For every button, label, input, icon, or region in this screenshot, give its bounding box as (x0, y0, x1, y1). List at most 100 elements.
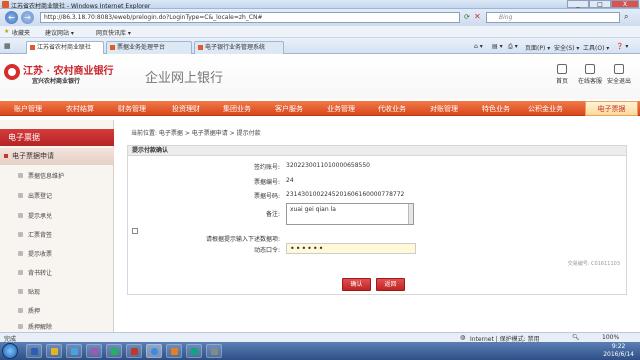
home-icon[interactable]: ⌂ ▾ (474, 43, 483, 50)
sidebar-item[interactable]: 背书转让 (0, 268, 114, 278)
field-label: 票据编号: (253, 179, 280, 186)
taskbar: 9:22 2016/6/14 (0, 342, 640, 360)
main-nav: 账户管理 农村结算 财务管理 投资理财 集团业务 客户服务 业务管理 代收业务 … (0, 101, 640, 116)
nav-item-customer-service[interactable]: 客户服务 (275, 104, 303, 114)
sidebar-item[interactable]: 票据信息维护 (0, 171, 114, 181)
window-title-bar: 江苏省农村商业联社 - Windows Internet Explorer _ … (0, 0, 640, 10)
logout-icon (614, 64, 624, 74)
feeds-icon[interactable]: ▤ ▾ (492, 43, 503, 50)
taskbar-network-icon[interactable] (66, 344, 82, 358)
field-label: 签约账号: (253, 164, 280, 171)
logout-link[interactable]: 安全退出 (605, 64, 633, 85)
taskbar-ie-icon[interactable] (146, 344, 162, 358)
sidebar-item[interactable]: 质押 (0, 306, 114, 316)
safety-menu[interactable]: 安全(S) ▾ (554, 43, 579, 52)
nav-item-group[interactable]: 集团业务 (223, 104, 251, 114)
refresh-icon[interactable]: ⟳ (464, 13, 470, 21)
start-button[interactable] (2, 343, 18, 359)
favorites-label[interactable]: 收藏夹 (12, 28, 30, 37)
taskbar-app-icon[interactable] (86, 344, 102, 358)
field-value: 2314301002245201606160000778772 (286, 191, 405, 198)
sidebar-item[interactable]: 汇票背签 (0, 230, 114, 240)
nav-item-account[interactable]: 账户管理 (14, 104, 42, 114)
note-textarea[interactable]: xuai gei qian la (286, 203, 414, 225)
sidebar-item[interactable]: 质押解除 (0, 322, 114, 332)
favorites-star-icon[interactable]: ★ (4, 28, 9, 35)
nav-item-reconciliation[interactable]: 对账管理 (430, 104, 458, 114)
nav-item-business[interactable]: 业务管理 (327, 104, 355, 114)
field-label: 票据号码: (253, 193, 280, 200)
tab-label: 票据业务处理平台 (117, 44, 166, 51)
maximize-button[interactable]: □ (589, 0, 611, 8)
taskbar-word-icon[interactable] (26, 344, 42, 358)
password-label: 动态口令: (253, 247, 280, 254)
browser-tab[interactable]: 江苏省农村商业联社 (26, 41, 104, 54)
taskbar-pdf-icon[interactable] (126, 344, 142, 358)
sidebar: 电子票据 电子票据申请 票据信息维护 出票登记 提示承兑 汇票背签 提示收票 背… (0, 120, 114, 332)
system-title: 企业网上银行 (145, 71, 224, 86)
sidebar-item[interactable]: 出票登记 (0, 191, 114, 201)
zoom-icon[interactable]: 🔍︎ (572, 334, 580, 341)
nav-item-special[interactable]: 特色业务 (482, 104, 510, 114)
taskbar-app-icon[interactable] (106, 344, 122, 358)
tab-list-icon[interactable]: ▦ (4, 42, 11, 50)
sidebar-item[interactable]: 提示承兑 (0, 211, 114, 221)
help-menu[interactable]: ❓ ▾ (616, 43, 628, 50)
close-button[interactable]: X (611, 0, 639, 8)
print-icon[interactable]: ⎙ ▾ (508, 43, 518, 51)
nav-item-investment[interactable]: 投资理财 (172, 104, 200, 114)
bank-name: 江苏 · 农村商业银行 (23, 66, 114, 77)
sidebar-group-e-bill-apply[interactable]: 电子票据申请 (0, 148, 114, 165)
home-icon (557, 64, 567, 74)
favorites-item[interactable]: 建议网站 ▾ (45, 28, 74, 37)
taskbar-app-icon[interactable] (206, 344, 222, 358)
payment-confirm-panel: 提示付款确认 签约账号: 3202230011010000658550 票据编号… (127, 145, 627, 295)
confirm-button[interactable]: 确认 (342, 278, 371, 291)
forward-arrow-icon[interactable]: → (21, 11, 34, 24)
taskbar-explorer-icon[interactable] (46, 344, 62, 358)
minimize-button[interactable]: _ (567, 0, 589, 8)
customer-service-icon (585, 64, 595, 74)
system-clock[interactable]: 9:22 2016/6/14 (603, 343, 634, 359)
instruction-text: 请根据提示输入下述数据项: (205, 236, 280, 243)
search-icon[interactable]: ⌕ (624, 12, 628, 22)
tab-favicon-icon (198, 45, 203, 50)
browser-tab[interactable]: 票据业务处理平台 (106, 41, 192, 54)
address-input[interactable]: http://86.3.18.70:8083/eweb/prelogin.do?… (40, 12, 460, 23)
online-service-link[interactable]: 在线客服 (576, 64, 604, 85)
main-content: 当前位置: 电子票据 > 电子票据申请 > 提示付款 提示付款确认 签约账号: … (119, 120, 635, 332)
option-checkbox[interactable] (132, 228, 138, 234)
home-link[interactable]: 首页 (548, 64, 576, 85)
browser-tab[interactable]: 电子银行业务管理系统 (194, 41, 284, 54)
nav-item-housing-fund[interactable]: 公积金业务 (528, 104, 563, 114)
tab-label: 江苏省农村商业联社 (37, 44, 92, 51)
note-scrollbar[interactable] (408, 204, 413, 224)
sidebar-item[interactable]: 提示收票 (0, 249, 114, 259)
favorites-item[interactable]: 网页快讯库 ▾ (96, 28, 131, 37)
page-menu[interactable]: 页面(P) ▾ (525, 43, 550, 52)
stop-icon[interactable]: ✕ (474, 12, 481, 21)
tab-favicon-icon (30, 45, 35, 50)
note-text: xuai gei qian la (290, 206, 336, 213)
clock-date: 2016/6/14 (603, 351, 634, 358)
field-value: 24 (286, 177, 294, 184)
tools-menu[interactable]: 工具(O) ▾ (583, 43, 609, 52)
nav-item-e-bill[interactable]: 电子票据 (585, 101, 638, 116)
bank-subtitle: 宜兴农村商业银行 (32, 78, 81, 85)
tab-label: 电子银行业务管理系统 (205, 44, 266, 51)
address-toolbar: ← → http://86.3.18.70:8083/eweb/prelogin… (0, 9, 640, 26)
globe-icon: ◍ (460, 334, 466, 341)
transaction-serial: 交易编号: C01611103 (567, 261, 620, 267)
taskbar-app-icon[interactable] (186, 344, 202, 358)
tab-favicon-icon (110, 45, 115, 50)
taskbar-app-icon[interactable] (166, 344, 182, 358)
nav-item-collection[interactable]: 代收业务 (378, 104, 406, 114)
sidebar-item[interactable]: 贴现 (0, 287, 114, 297)
zoom-level[interactable]: 100% (602, 334, 619, 341)
dynamic-password-input[interactable]: •••••• (286, 243, 416, 254)
back-button[interactable]: 返回 (376, 278, 405, 291)
nav-item-settlement[interactable]: 农村结算 (66, 104, 94, 114)
back-arrow-icon[interactable]: ← (5, 11, 18, 24)
search-input[interactable]: Bing (486, 12, 620, 23)
nav-item-finance[interactable]: 财务管理 (118, 104, 146, 114)
